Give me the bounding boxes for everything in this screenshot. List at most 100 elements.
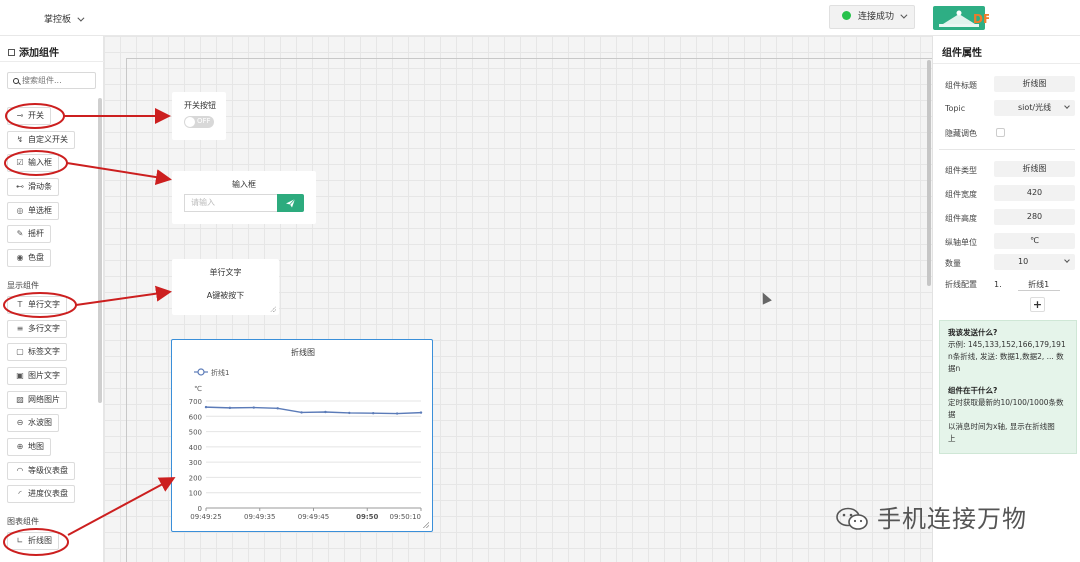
line-chart-widget[interactable]: 折线图 0 100 200 300 400 500 600 700 ℃ 09:49:25 09:49… (171, 339, 433, 532)
component-panel-title-label: 添加组件 (19, 48, 59, 59)
connection-status-label: 连接成功 (858, 12, 895, 22)
connection-status-button[interactable]: 连接成功 (829, 5, 915, 29)
prop-y-unit-input[interactable]: ℃ (994, 233, 1075, 249)
component-item-label: 进度仪表盘 (28, 489, 68, 498)
left-scrollbar[interactable] (98, 98, 102, 403)
data-point (324, 410, 327, 414)
component-item-switch[interactable]: ⊸ 开关 (7, 107, 51, 125)
map-icon: ⊕ (16, 442, 24, 451)
prop-topic-select[interactable]: siot/光线 (994, 100, 1075, 116)
component-item-slider[interactable]: ⊷ 滑动条 (7, 178, 59, 196)
x-tick-label: 09:50:10 (390, 513, 421, 521)
prop-width-input[interactable]: 420 (994, 185, 1075, 201)
prop-label-y-unit: 纵轴单位 (945, 238, 977, 247)
component-item-label: 图片文字 (28, 371, 60, 380)
component-item-label: 输入框 (28, 158, 52, 167)
switch-widget[interactable]: 开关按钮 OFF (172, 92, 226, 140)
data-point (372, 412, 375, 415)
custom-switch-icon: ↯ (16, 135, 24, 144)
prop-height-input[interactable]: 280 (994, 209, 1075, 225)
radio-icon: ◎ (16, 206, 24, 215)
component-item-line-chart[interactable]: ∟ 折线图 (7, 532, 59, 550)
component-item-level-gauge[interactable]: ◠ 等级仪表盘 (7, 462, 75, 480)
component-item-label: 地图 (28, 442, 44, 451)
top-bar: 掌控板 连接成功 DF (0, 0, 1080, 36)
connection-dot-icon (842, 11, 851, 20)
component-item-custom-switch[interactable]: ↯ 自定义开关 (7, 131, 75, 149)
resize-handle[interactable] (423, 522, 429, 528)
data-point (228, 406, 232, 410)
chevron-down-icon (1064, 103, 1070, 109)
chevron-down-icon (900, 11, 908, 19)
data-point (395, 412, 399, 415)
canvas-scrollbar[interactable] (927, 60, 931, 286)
wechat-icon (836, 507, 868, 530)
component-item-color-wheel[interactable]: ◉ 色盘 (7, 249, 51, 267)
component-panel: 添加组件 ⊸ 开关 ↯ 自定义开关 ☑ 输入框 ⊷ 滑动条 ◎ 单选框 ✎ 摇杆 ◉ 色盘 显… (0, 36, 104, 562)
component-item-water-wave[interactable]: ⊖ 水波图 (7, 414, 59, 432)
component-item-single-text[interactable]: T 单行文字 (7, 296, 67, 314)
divider (939, 149, 1075, 150)
input-box-icon: ☑ (16, 158, 24, 167)
component-item-image-text[interactable]: ▣ 图片文字 (7, 367, 67, 385)
legend-marker (197, 368, 205, 376)
search-icon (13, 78, 19, 84)
series-name-input[interactable]: 折线1 (1017, 279, 1060, 291)
prop-label-hide-color: 隐藏调色 (945, 129, 977, 138)
resize-handle[interactable] (270, 306, 276, 312)
component-item-label: 多行文字 (28, 324, 60, 333)
search-input[interactable] (22, 76, 92, 85)
toggle-state-label: OFF (197, 117, 211, 125)
series-line (205, 406, 422, 415)
input-widget[interactable]: 输入框 请输入 (172, 171, 316, 224)
hide-color-checkbox[interactable] (996, 128, 1005, 137)
panel-icon (8, 49, 15, 56)
component-item-web-image[interactable]: ▨ 网络图片 (7, 391, 67, 409)
prop-count-select[interactable]: 10 (994, 254, 1075, 270)
x-tick-label: 09:49:35 (244, 513, 275, 521)
input-widget-field[interactable]: 请输入 (184, 194, 277, 212)
single-text-widget[interactable]: 单行文字 A键被按下 (172, 259, 279, 315)
component-item-radio[interactable]: ◎ 单选框 (7, 202, 59, 220)
data-point (252, 406, 255, 409)
data-point (276, 407, 279, 410)
component-item-label: 网络图片 (28, 395, 60, 404)
help-answer-1-line-3: 据n (948, 364, 961, 373)
gauge-icon: ◠ (16, 466, 24, 475)
component-item-map[interactable]: ⊕ 地图 (7, 438, 51, 456)
component-item-label: 等级仪表盘 (28, 466, 68, 475)
add-series-button[interactable]: + (1030, 297, 1045, 312)
switch-widget-title: 开关按钮 (184, 101, 216, 110)
send-button[interactable] (277, 194, 304, 212)
watermark: 手机连接万物 (835, 499, 1027, 534)
dashboard-menu[interactable]: 掌控板 (44, 12, 85, 25)
prop-label-topic: Topic (945, 104, 966, 113)
y-tick-label: 600 (189, 413, 202, 421)
component-item-input[interactable]: ☑ 输入框 (7, 154, 59, 172)
prop-label-type: 组件类型 (945, 166, 977, 175)
single-text-title: 单行文字 (209, 268, 242, 277)
component-item-label: 折线图 (28, 536, 52, 545)
component-panel-title: 添加组件 (8, 44, 59, 59)
input-widget-title: 输入框 (232, 180, 256, 189)
prop-title-input[interactable]: 折线图 (994, 76, 1075, 92)
prop-label-height: 组件高度 (945, 214, 977, 223)
component-item-label-text[interactable]: ▢ 标签文字 (7, 343, 67, 361)
data-point (348, 411, 351, 415)
image-text-icon: ▣ (16, 371, 24, 380)
prop-label-series-config: 折线配置 (945, 280, 977, 289)
line-chart: 0 100 200 300 400 500 600 700 ℃ 09:49:25 09:49:35 0… (189, 368, 423, 521)
data-point (204, 405, 208, 409)
legend-label: 折线1 (211, 368, 229, 377)
web-image-icon: ▨ (16, 395, 24, 404)
app-logo: DF (933, 6, 991, 30)
watermark-text: 手机连接万物 (877, 505, 1027, 533)
component-item-label: 色盘 (28, 253, 44, 262)
component-item-multi-text[interactable]: ≡ 多行文字 (7, 320, 67, 338)
component-search[interactable] (7, 72, 96, 89)
switch-toggle[interactable]: OFF (184, 116, 214, 128)
component-item-progress-gauge[interactable]: ◜ 进度仪表盘 (7, 485, 75, 503)
component-item-joystick[interactable]: ✎ 摇杆 (7, 225, 51, 243)
multiline-text-icon: ≡ (16, 324, 24, 333)
help-box: 我该发送什么? 示例: 145,133,152,166,179,191 n条折线… (939, 320, 1077, 454)
